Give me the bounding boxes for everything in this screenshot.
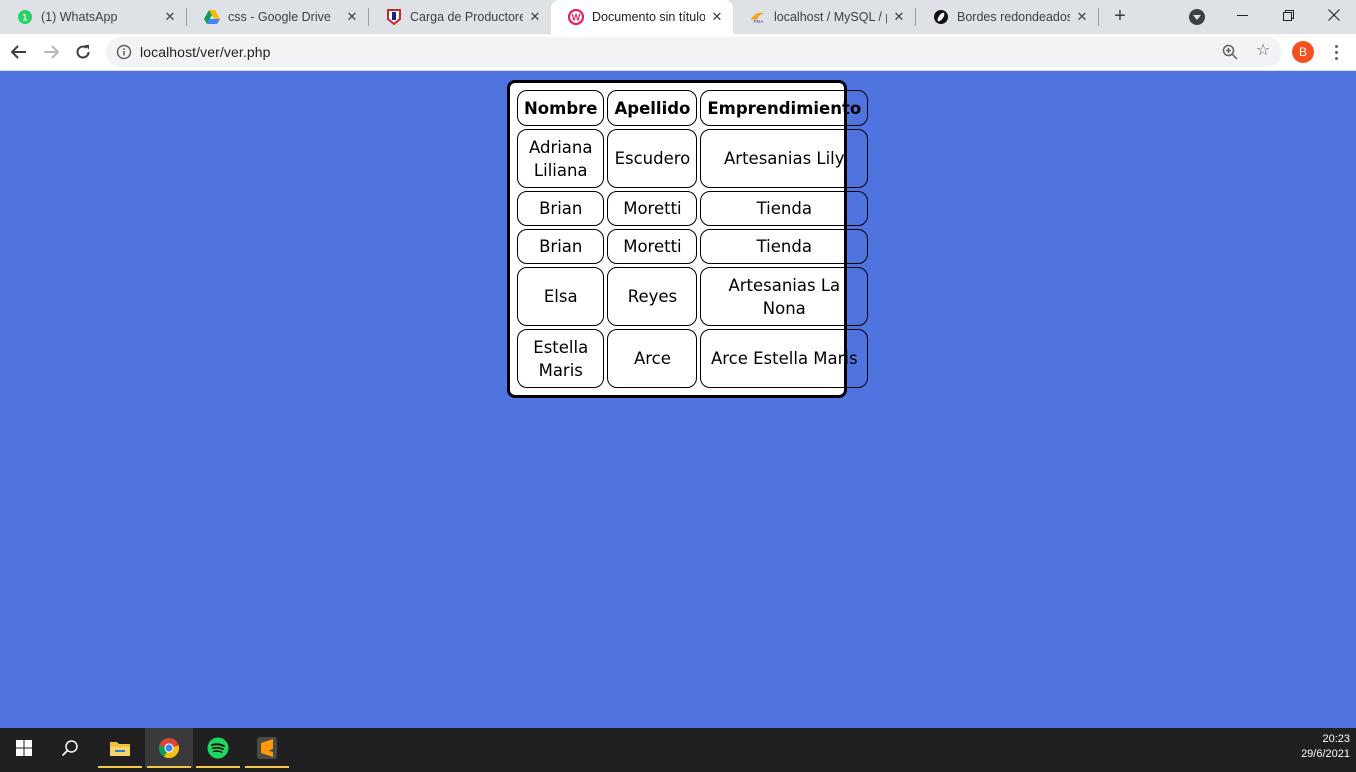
taskbar-open-indicator	[147, 766, 191, 768]
cell-nombre: Brian	[517, 229, 605, 264]
close-icon	[1328, 9, 1340, 21]
address-bar[interactable]: localhost/ver/ver.php ☆	[106, 37, 1282, 67]
header-apellido: Apellido	[607, 90, 698, 126]
rounded-table-container: Nombre Apellido Emprendimiento Adriana L…	[507, 80, 869, 398]
table-row: Elsa Reyes Artesanias La Nona	[517, 267, 869, 326]
table-header-row: Nombre Apellido Emprendimiento	[517, 90, 869, 126]
file-explorer-button[interactable]	[96, 728, 144, 768]
tab-title: css - Google Drive	[228, 10, 331, 24]
cell-apellido: Escudero	[607, 129, 698, 188]
reload-icon	[76, 45, 90, 59]
tab-title: Carga de Productores	[410, 10, 523, 24]
forward-arrow-icon	[44, 45, 59, 59]
wamp-icon: W	[568, 9, 584, 25]
tab-strip: 1 (1) WhatsApp ✕ css - Google Drive ✕ Ca…	[0, 0, 1356, 34]
phpmyadmin-icon: PMA	[750, 9, 766, 25]
site-icon	[933, 9, 949, 25]
chrome-taskbar-button[interactable]	[145, 728, 193, 768]
cell-nombre: Elsa	[517, 267, 605, 326]
browser-toolbar: localhost/ver/ver.php ☆ B	[0, 34, 1356, 71]
cell-emprendimiento: Tienda	[700, 229, 869, 264]
cell-emprendimiento: Tienda	[700, 191, 869, 226]
restore-button[interactable]	[1265, 0, 1311, 30]
bookmark-star-icon[interactable]: ☆	[1254, 42, 1272, 60]
close-tab-icon[interactable]: ✕	[891, 9, 907, 25]
start-button[interactable]	[0, 728, 48, 768]
zoom-icon[interactable]	[1222, 44, 1238, 60]
taskbar-open-indicator	[196, 766, 240, 768]
google-drive-icon	[204, 9, 220, 25]
header-nombre: Nombre	[517, 90, 605, 126]
reload-button[interactable]	[69, 38, 97, 66]
tab-search-icon[interactable]	[1189, 9, 1205, 25]
close-tab-icon[interactable]: ✕	[527, 9, 543, 25]
cell-emprendimiento: Artesanias La Nona	[700, 267, 869, 326]
cell-apellido: Reyes	[607, 267, 698, 326]
cell-apellido: Moretti	[607, 191, 698, 226]
cell-emprendimiento: Artesanias Lily	[700, 129, 869, 188]
back-arrow-icon	[11, 45, 26, 59]
whatsapp-icon: 1	[17, 9, 33, 25]
tab-phpmyadmin[interactable]: PMA localhost / MySQL / pr ✕	[733, 0, 915, 34]
taskbar-open-indicator	[98, 766, 142, 768]
taskbar-open-indicator	[245, 766, 289, 768]
table-row: Estella Maris Arce Arce Estella Maris	[517, 329, 869, 388]
cell-emprendimiento: Arce Estella Maris	[700, 329, 869, 388]
producers-table: Nombre Apellido Emprendimiento Adriana L…	[514, 87, 871, 391]
close-window-button[interactable]	[1311, 0, 1356, 30]
minimize-icon	[1236, 14, 1248, 16]
close-tab-icon[interactable]: ✕	[709, 9, 725, 25]
tab-bordes-redondeados[interactable]: Bordes redondeados e ✕	[916, 0, 1098, 34]
table-row: Brian Moretti Tienda	[517, 229, 869, 264]
cell-nombre: Brian	[517, 191, 605, 226]
tab-carga-productores[interactable]: Carga de Productores ✕	[369, 0, 551, 34]
minimize-button[interactable]	[1219, 0, 1265, 30]
tab-title: localhost / MySQL / pr	[774, 10, 887, 24]
tab-documento-sin-titulo[interactable]: W Documento sin título ✕	[551, 0, 733, 34]
sublime-text-taskbar-button[interactable]	[243, 728, 291, 768]
cell-apellido: Moretti	[607, 229, 698, 264]
tab-title: Documento sin título	[592, 10, 705, 24]
windows-logo-icon	[16, 740, 32, 756]
table-row: Brian Moretti Tienda	[517, 191, 869, 226]
cell-apellido: Arce	[607, 329, 698, 388]
spotify-taskbar-button[interactable]	[194, 728, 242, 768]
svg-text:PMA: PMA	[754, 19, 765, 24]
tab-title: Bordes redondeados e	[957, 10, 1070, 24]
tab-google-drive[interactable]: css - Google Drive ✕	[187, 0, 368, 34]
chrome-icon	[158, 738, 180, 759]
site-icon	[386, 9, 402, 25]
cell-nombre: Adriana Liliana	[517, 129, 605, 188]
svg-text:1: 1	[22, 13, 27, 23]
close-tab-icon[interactable]: ✕	[162, 9, 178, 25]
close-tab-icon[interactable]: ✕	[344, 9, 360, 25]
clock-date: 29/6/2021	[1301, 748, 1350, 760]
browser-menu-icon[interactable]	[1326, 40, 1346, 64]
windows-taskbar: 20:23 29/6/2021	[0, 728, 1356, 772]
tab-separator	[1098, 8, 1099, 26]
tab-whatsapp[interactable]: 1 (1) WhatsApp ✕	[0, 0, 186, 34]
back-button[interactable]	[5, 38, 33, 66]
url-text[interactable]: localhost/ver/ver.php	[140, 44, 271, 60]
site-info-icon[interactable]	[116, 44, 132, 60]
svg-text:W: W	[572, 13, 581, 23]
spotify-icon	[207, 737, 229, 759]
forward-button[interactable]	[37, 38, 65, 66]
system-clock[interactable]: 20:23 29/6/2021	[1301, 732, 1350, 762]
restore-icon	[1282, 9, 1294, 21]
tab-title: (1) WhatsApp	[41, 10, 118, 24]
table-row: Adriana Liliana Escudero Artesanias Lily	[517, 129, 869, 188]
search-icon	[61, 740, 78, 757]
clock-time: 20:23	[1322, 733, 1350, 745]
header-emprendimiento: Emprendimiento	[700, 90, 869, 126]
file-explorer-icon	[110, 742, 130, 756]
profile-avatar[interactable]: B	[1292, 41, 1314, 63]
cell-nombre: Estella Maris	[517, 329, 605, 388]
close-tab-icon[interactable]: ✕	[1074, 9, 1090, 25]
new-tab-button[interactable]: +	[1108, 5, 1132, 29]
search-button[interactable]	[46, 728, 94, 768]
sublime-text-icon	[257, 737, 277, 759]
